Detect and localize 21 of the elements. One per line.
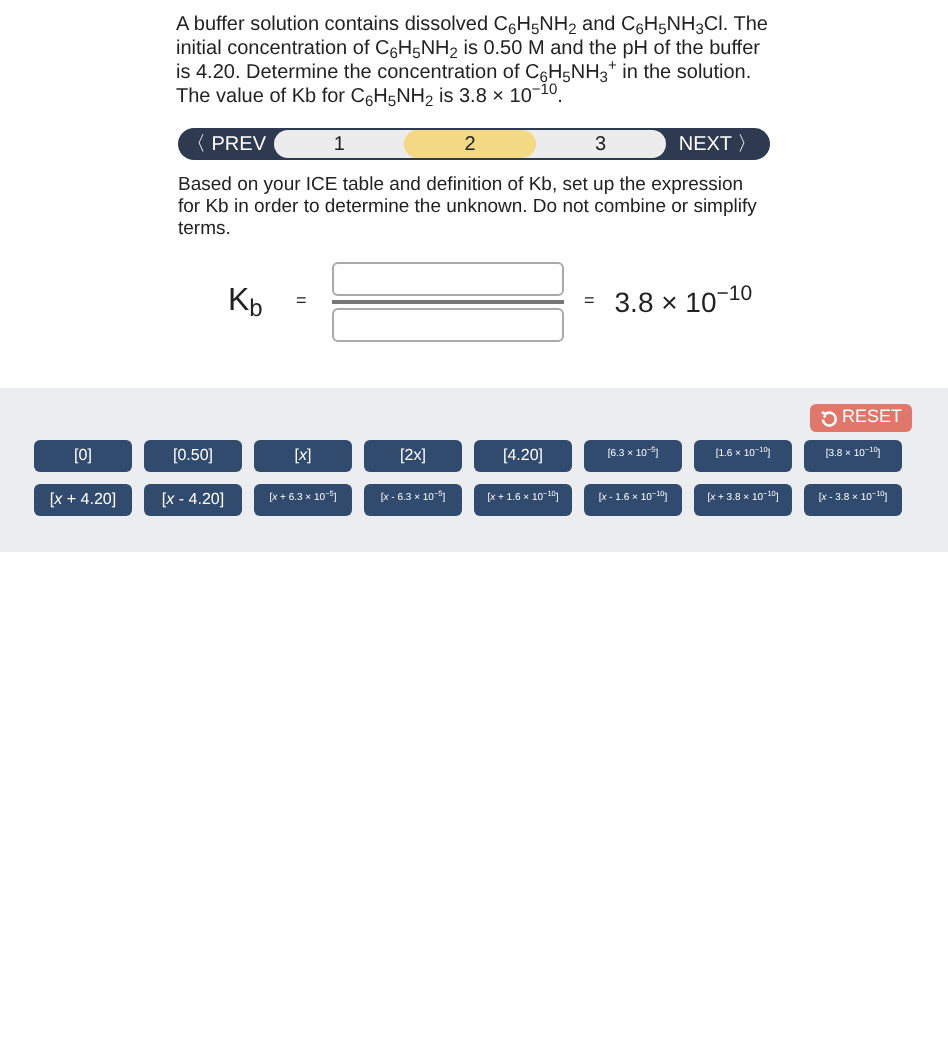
answer-tile[interactable]: [4.20]	[474, 440, 572, 472]
equals-sign: =	[296, 288, 309, 315]
answer-tile[interactable]: [2x]	[364, 440, 462, 472]
undo-icon	[819, 409, 838, 427]
next-button[interactable]: NEXT 〉	[666, 129, 770, 159]
step-tab[interactable]: 3	[535, 130, 666, 158]
answer-tile[interactable]: [0]	[34, 440, 132, 472]
answer-tile[interactable]: [x - 4.20]	[144, 484, 242, 516]
answer-tile[interactable]: [x]	[254, 440, 352, 472]
kb-value: 3.8 × 10$^{−10}$	[614, 281, 753, 321]
denominator-field[interactable]	[332, 308, 564, 342]
answer-tile[interactable]: [0.50]	[144, 440, 242, 472]
prev-button[interactable]: 〈 PREV	[178, 129, 274, 159]
step-tab[interactable]: 2	[404, 130, 536, 158]
numerator-field[interactable]	[332, 262, 564, 296]
question-text: A buffer solution contains dissolved C$_{6}$H$_{5}$NH$_{2}$ and C$_{6}$H$_{5}$NH$_{3}$Cl. The initial concentration of C$_{6}$H$_{5}$NH$_{2}$ is 0.50 M and the pH of the buffer is 4.20. Determine the concentration of C$_{6}$H$_{5}$NH$_{3}$$^{+}$ in the solution. The value of Kb for C$_{6}$H$_{5}$NH$_{2}$ is 3.8 × 10$^{−10}$.	[176, 14, 770, 110]
instruction-text: Based on your ICE table and definition of Kb, set up the expression for Kb in order to determine the unknown. Do not combine or simplify terms.	[178, 174, 759, 240]
equals-sign: =	[584, 288, 595, 315]
answer-tile[interactable]: [x + 4.20]	[34, 484, 132, 516]
step-tab[interactable]: 1	[274, 130, 405, 158]
kb-label: K$_{b}$	[228, 282, 265, 326]
